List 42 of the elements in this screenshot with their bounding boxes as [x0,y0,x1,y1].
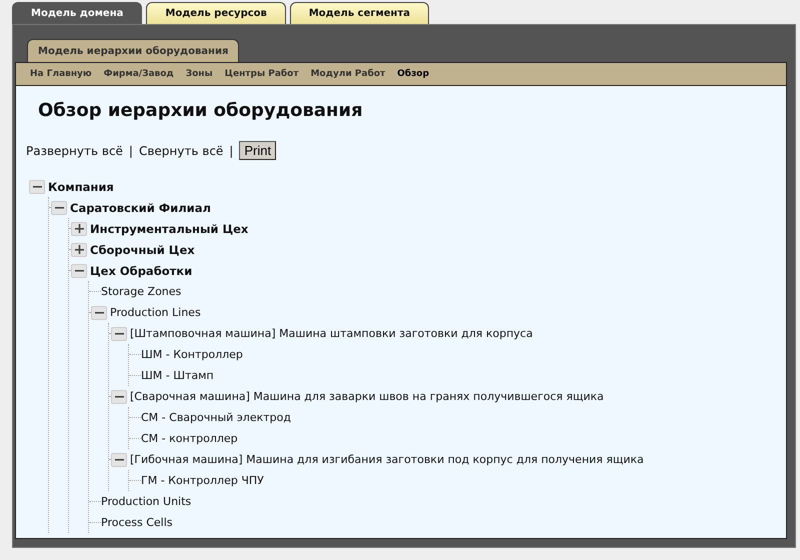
tree-node-label[interactable]: [Сварочная машина] Машина для заварки швов на гранях получившегося ящика [130,390,604,403]
expand-all-link[interactable]: Развернуть всё [26,144,123,158]
collapse-all-link[interactable]: Свернуть всё [138,144,224,158]
tree-node-label[interactable]: [Штамповочная машина] Машина штамповки заготовки для корпуса [130,327,533,340]
collapse-icon[interactable] [111,452,127,466]
print-button[interactable]: Print [239,141,276,160]
separator: | [229,144,234,158]
tree-node-label[interactable]: Process Cells [101,516,173,529]
tab[interactable]: Модель ресурсов [146,2,286,24]
tree-node-label[interactable]: ШМ - Штамп [141,369,214,382]
expand-icon[interactable] [71,222,87,236]
tree-node-label[interactable]: [Гибочная машина] Машина для изгибания заготовки под корпус для получения ящика [130,453,644,466]
tab[interactable]: Модель домена [12,2,142,24]
tree-node-label[interactable]: ШМ - Контроллер [141,348,243,361]
tree-node-label[interactable]: ГМ - Контроллер ЧПУ [141,474,264,487]
tree-node-label[interactable]: СМ - контроллер [141,432,238,445]
collapse-icon[interactable] [111,326,127,340]
collapse-icon[interactable] [51,200,67,214]
tree-node-label[interactable]: Storage Zones [101,285,182,298]
tab[interactable]: Модель сегмента [290,2,430,24]
collapse-icon[interactable] [29,180,45,194]
tree-node-label[interactable]: Компания [48,180,114,194]
page-title: Обзор иерархии оборудования [38,100,364,121]
separator: | [128,144,133,158]
tree-node-label[interactable]: Инструментальный Цех [90,222,248,236]
nav-link[interactable]: Зоны [186,69,213,79]
tree-node-label[interactable]: Саратовский Филиал [70,200,211,214]
collapse-icon[interactable] [111,390,127,404]
expand-icon[interactable] [71,242,87,256]
nav-link[interactable]: Фирма/Завод [104,69,174,79]
nav-link[interactable]: На Главную [30,69,92,79]
nav-link[interactable]: Обзор [397,69,430,79]
nav-link[interactable]: Модули Работ [310,69,386,79]
tree-node-label[interactable]: Production Lines [110,306,201,319]
nav-link[interactable]: Центры Работ [224,69,299,79]
tree-node-label[interactable]: Production Units [101,495,192,508]
tree-node-label[interactable]: Сборочный Цех [90,242,195,256]
collapse-icon[interactable] [71,264,87,278]
tab[interactable]: Модель иерархии оборудования [27,39,240,62]
tree-node-label[interactable]: СМ - Сварочный электрод [141,411,291,424]
tree-node-label[interactable]: Цех Обработки [90,264,192,278]
collapse-icon[interactable] [91,306,107,320]
